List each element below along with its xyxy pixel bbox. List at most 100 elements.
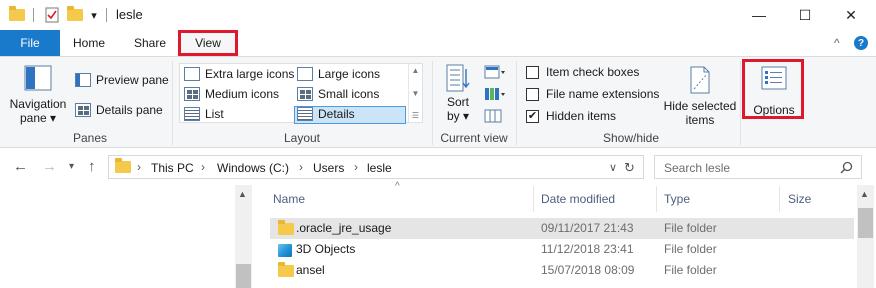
large-icons-icon: [297, 67, 313, 81]
layout-gallery-scroller[interactable]: ▲ ▼ ☰: [408, 64, 422, 122]
tab-file[interactable]: File: [0, 30, 60, 56]
forward-arrow-icon[interactable]: →: [42, 158, 57, 175]
medium-icons-label: Medium icons: [205, 87, 280, 101]
up-arrow-icon[interactable]: ↑: [88, 158, 96, 175]
date-modified: 15/07/2018 08:09: [541, 263, 635, 277]
properties-icon[interactable]: [43, 6, 61, 24]
medium-icons-button[interactable]: Medium icons: [184, 87, 279, 101]
hide-selected-label: Hide selected: [663, 99, 737, 113]
refresh-icon[interactable]: ↻: [624, 160, 635, 176]
search-icon[interactable]: [840, 161, 853, 174]
search-box[interactable]: Search lesle: [654, 155, 862, 179]
address-row: ← → ▾ ↑ › This PC › Windows (C:) › Users…: [0, 152, 876, 182]
gallery-down-icon[interactable]: ▼: [412, 89, 420, 98]
group-by-button[interactable]: [484, 65, 506, 79]
group-divider: [740, 61, 741, 145]
column-header-date-modified[interactable]: Date modified: [541, 186, 615, 212]
breadcrumb-separator[interactable]: ›: [201, 160, 205, 174]
tab-view[interactable]: View: [178, 30, 238, 56]
file-name-extensions-checkbox[interactable]: [526, 87, 539, 101]
address-bar[interactable]: › This PC › Windows (C:) › Users › lesle…: [108, 155, 644, 179]
details-view-label: Details: [318, 107, 355, 121]
minimize-button[interactable]: —: [736, 0, 782, 30]
list-view-button[interactable]: List: [184, 107, 224, 121]
list-view-label: List: [205, 107, 224, 121]
column-divider[interactable]: [656, 186, 657, 212]
3d-objects-icon: [278, 244, 292, 257]
column-header-size[interactable]: Size: [788, 186, 811, 212]
show-hide-group-label: Show/hide: [602, 131, 660, 145]
breadcrumb-users[interactable]: Users: [313, 161, 344, 175]
preview-pane-label: Preview pane: [96, 73, 169, 87]
add-columns-icon: [485, 88, 505, 100]
navigation-pane-scroll-thumb[interactable]: [236, 264, 251, 288]
panes-group-label: Panes: [72, 131, 108, 145]
table-row[interactable]: .oracle_jre_usage 09/11/2017 21:43 File …: [270, 218, 854, 239]
help-icon[interactable]: ?: [854, 36, 868, 50]
close-button[interactable]: ✕: [828, 0, 874, 30]
title-divider: [106, 8, 107, 22]
group-divider: [172, 61, 173, 145]
item-check-boxes-checkbox[interactable]: [526, 65, 539, 79]
breadcrumb-this-pc[interactable]: This PC: [151, 161, 194, 175]
nav-scroll-up-icon[interactable]: ▲: [238, 189, 247, 199]
recent-locations-icon[interactable]: ▾: [69, 161, 74, 172]
extra-large-icons-button[interactable]: Extra large icons: [184, 67, 294, 81]
file-list-scroll-thumb[interactable]: [858, 208, 873, 238]
file-name-extensions-label: File name extensions: [546, 87, 660, 101]
breadcrumb-windows-c[interactable]: Windows (C:): [217, 161, 289, 175]
item-check-boxes-label: Item check boxes: [546, 65, 640, 79]
address-history-icon[interactable]: ∨: [609, 161, 617, 174]
customize-quick-access-icon[interactable]: ▾: [88, 6, 100, 24]
hidden-items-checkbox[interactable]: ✔: [526, 109, 539, 123]
hidden-items-toggle[interactable]: ✔ Hidden items: [526, 109, 616, 123]
collapse-ribbon-icon[interactable]: ^: [834, 36, 840, 50]
tab-home[interactable]: Home: [64, 30, 114, 56]
details-view-icon: [297, 107, 313, 121]
new-folder-icon[interactable]: [66, 6, 84, 24]
breadcrumb-lesle[interactable]: lesle: [367, 161, 392, 175]
small-icons-label: Small icons: [318, 87, 380, 101]
add-columns-button[interactable]: [484, 87, 506, 101]
title-bar: ▾ lesle — ☐ ✕: [0, 0, 876, 30]
search-input[interactable]: Search lesle: [664, 161, 730, 175]
gallery-more-icon[interactable]: ☰: [412, 111, 419, 120]
group-by-icon: [484, 65, 505, 79]
list-view-icon: [184, 107, 200, 121]
column-header-name[interactable]: Name: [273, 186, 305, 212]
breadcrumb-separator[interactable]: ›: [137, 160, 141, 174]
hide-selected-label-2: items: [685, 113, 715, 127]
hide-selected-items-icon: [690, 66, 710, 94]
large-icons-button[interactable]: Large icons: [297, 67, 380, 81]
column-divider[interactable]: [533, 186, 534, 212]
preview-pane-icon: [75, 73, 91, 87]
folder-icon: [8, 6, 26, 24]
hide-selected-items-button[interactable]: Hide selected items: [660, 65, 740, 127]
breadcrumb-separator[interactable]: ›: [299, 160, 303, 174]
column-divider[interactable]: [779, 186, 780, 212]
details-pane-label: Details pane: [96, 103, 163, 117]
preview-pane-button[interactable]: Preview pane: [75, 73, 169, 87]
tab-share[interactable]: Share: [124, 30, 176, 56]
details-pane-button[interactable]: Details pane: [75, 103, 163, 117]
column-header-type[interactable]: Type: [664, 186, 690, 212]
navigation-pane-button[interactable]: Navigation pane ▾: [6, 63, 70, 125]
scroll-up-icon[interactable]: ▲: [860, 189, 869, 199]
table-row[interactable]: 3D Objects 11/12/2018 23:41 File folder: [270, 239, 854, 260]
details-view-button[interactable]: Details: [297, 107, 355, 121]
small-icons-button[interactable]: Small icons: [297, 87, 379, 101]
navigation-pane[interactable]: [0, 182, 254, 288]
back-arrow-icon[interactable]: ←: [13, 158, 28, 175]
breadcrumb-separator[interactable]: ›: [354, 160, 358, 174]
size-all-columns-button[interactable]: [484, 109, 502, 123]
file-type: File folder: [664, 263, 717, 277]
gallery-up-icon[interactable]: ▲: [412, 66, 420, 75]
current-view-group-label: Current view: [440, 131, 508, 145]
file-name: ansel: [296, 263, 325, 277]
extra-large-icons-label: Extra large icons: [205, 67, 295, 81]
sort-by-button[interactable]: Sort by ▾: [441, 63, 475, 123]
table-row[interactable]: ansel 15/07/2018 08:09 File folder: [270, 260, 854, 281]
file-name-extensions-toggle[interactable]: File name extensions: [526, 87, 659, 101]
maximize-button[interactable]: ☐: [782, 0, 828, 30]
item-check-boxes-toggle[interactable]: Item check boxes: [526, 65, 639, 79]
